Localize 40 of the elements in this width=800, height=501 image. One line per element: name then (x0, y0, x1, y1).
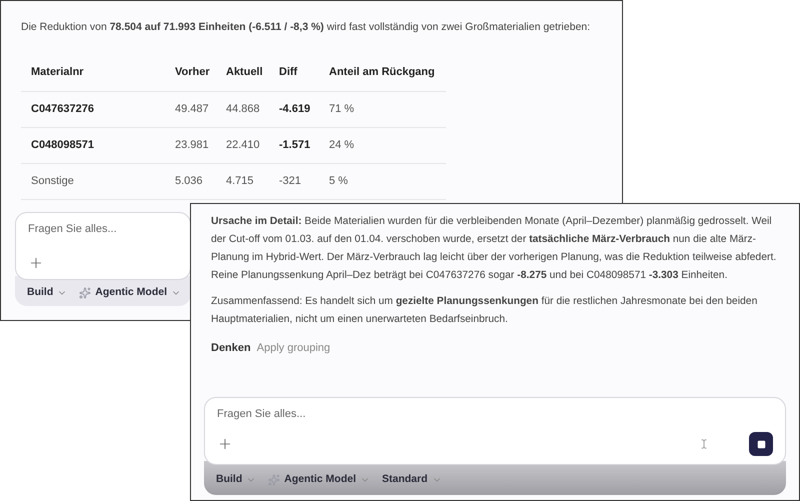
response-paragraph: Ursache im Detail: Beide Materialien wurden für die verbleibenden Monate (April–Dezember) planmäßig gedrosselt. Weil der Cut-off vom 01.03. auf den 01.04. verschoben wurde, ersetzt der tatsächliche März-Verbrauch nun die alte März-Planung im Hybrid-Wert. Der März-Verbrauch lag leicht über der vorherigen Planung, was die Reduktion teilweise abfedert. Reine Planungssenkung April–Dez beträgt bei C047637276 sogar -8.275 und bei C048098571 -3.303 Einheiten. (211, 215, 778, 283)
column-header: Diff (269, 54, 319, 91)
table-cell: -1.571 (269, 127, 319, 163)
input-field[interactable]: Fragen Sie alles... (217, 406, 773, 422)
thinking-label: Denken (211, 341, 251, 356)
column-header: Anteil am Rückgang (319, 54, 446, 91)
sparkle-icon (79, 286, 92, 298)
table-cell: 24 % (319, 127, 446, 163)
table-cell: -321 (269, 163, 319, 199)
table-cell: C048098571 (21, 127, 165, 163)
table-cell: -4.619 (269, 91, 319, 127)
summary-text: Die Reduktion von 78.504 auf 71.993 Einheiten (-6.511 / -8,3 %) wird fast vollständig von zwei Großmaterialien getrieben: (21, 20, 590, 35)
chat-composer[interactable]: Fragen Sie alles... (204, 397, 786, 465)
table-cell: 49.487 (165, 91, 216, 127)
table-cell: Sonstige (21, 163, 165, 199)
stop-icon (756, 440, 766, 448)
input-field[interactable]: Fragen Sie alles... (28, 220, 178, 237)
chat-composer[interactable]: Fragen Sie alles... (15, 212, 191, 280)
toolbar-dropdown[interactable]: Build (27, 284, 68, 300)
table-cell: 5 % (319, 163, 446, 199)
stop-button[interactable] (749, 432, 773, 456)
toolbar-dropdown[interactable]: Standard (382, 472, 442, 488)
sparkle-icon (268, 474, 280, 486)
response-paragraph: Zusammenfassend: Es handelt sich um gezielte Planungssenkungen für die restlichen Jahresmonate bei den beiden Hauptmaterialien, nicht um einen unerwarteten Bedarfseinbruch. (211, 295, 758, 327)
column-header: Vorher (165, 54, 216, 91)
toolbar-dropdown[interactable]: Agentic Model (268, 472, 370, 488)
toolbar-dropdown[interactable]: Build (216, 472, 256, 488)
table-cell: 22.410 (216, 127, 269, 163)
table-cell: 5.036 (165, 163, 216, 199)
table-cell: 44.868 (216, 91, 269, 127)
text-cursor-icon (699, 439, 709, 449)
table-cell: 23.981 (165, 127, 216, 163)
table-cell: 4.715 (216, 163, 269, 199)
toolbar-dropdown[interactable]: Agentic Model (79, 284, 182, 300)
column-header: Materialnr (21, 54, 165, 91)
table-cell: 71 % (319, 91, 446, 127)
table-cell: C047637276 (21, 91, 165, 127)
apply-grouping-link[interactable]: Apply grouping (256, 340, 330, 356)
column-header: Aktuell (216, 54, 269, 91)
plus-icon[interactable] (217, 436, 233, 452)
